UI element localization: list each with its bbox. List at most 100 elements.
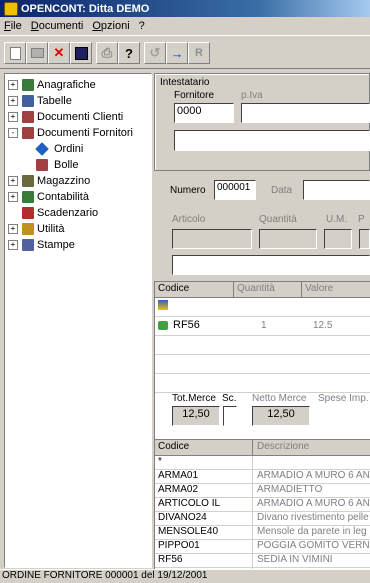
table-row[interactable]: RF56 1 12.5: [155, 317, 370, 336]
data-label: Data: [271, 185, 293, 196]
articles-grid-header: Codice Descrizione: [155, 440, 370, 456]
col-quantita[interactable]: Quantità: [237, 283, 275, 294]
menu-help[interactable]: ?: [139, 20, 145, 32]
print-icon[interactable]: ⎙: [96, 42, 118, 64]
table-row[interactable]: ARMA02 ARMADIETTO: [155, 484, 370, 498]
netto-merce-field: 12,50: [252, 406, 310, 426]
table-row[interactable]: ARTICOLO IL ARMADIO A MURO 6 AN: [155, 498, 370, 512]
refresh-icon[interactable]: ↺: [144, 42, 166, 64]
expand-icon[interactable]: +: [8, 223, 18, 234]
prezzo-input[interactable]: [359, 229, 370, 249]
table-row[interactable]: DIVANO24 Divano rivestimento pelle: [155, 512, 370, 526]
articolo-input[interactable]: [172, 229, 252, 249]
documents-icon: [22, 126, 34, 139]
tree-item-magazzino[interactable]: + Magazzino: [8, 173, 90, 188]
table-row[interactable]: [155, 374, 370, 393]
sconto-input[interactable]: [223, 406, 237, 426]
tree-item-anagrafiche[interactable]: + Anagrafiche: [8, 77, 96, 92]
data-input[interactable]: [303, 180, 370, 200]
col-valore[interactable]: Valore: [305, 283, 333, 294]
piva-label: p.Iva: [241, 90, 263, 101]
new-icon[interactable]: [4, 42, 26, 64]
table-row[interactable]: *: [155, 456, 370, 470]
tot-merce-field: 12,50: [172, 406, 220, 426]
order-form: Intestatario Fornitore p.Iva 0000 Numero…: [154, 73, 370, 570]
col-codice[interactable]: Codice: [158, 283, 189, 294]
accounting-icon: [22, 190, 34, 203]
status-bar: ORDINE FORNITORE 000001 del 19/12/2001: [0, 569, 370, 583]
navigation-tree[interactable]: + Anagrafiche + Tabelle + Documenti Clie…: [4, 73, 152, 568]
documents-icon: [22, 110, 34, 123]
toolbar: ✕ ⎙ ? ↺ → R: [0, 35, 370, 69]
collapse-icon[interactable]: -: [8, 127, 18, 138]
order-grid-header: Codice Quantità Valore: [155, 282, 370, 298]
col-codice[interactable]: Codice: [158, 441, 189, 452]
menu-file[interactable]: File: [4, 20, 22, 32]
col-descrizione[interactable]: Descrizione: [257, 441, 309, 452]
expand-icon[interactable]: +: [8, 111, 18, 122]
diamond-icon: [35, 141, 49, 156]
cell-valore: 12.5: [313, 320, 333, 331]
window-title: OPENCONT: Ditta DEMO: [21, 2, 150, 15]
table-row[interactable]: ARMA01 ARMADIO A MURO 6 AN: [155, 470, 370, 484]
bolle-icon: [36, 158, 48, 171]
table-icon: [22, 94, 34, 107]
numero-input[interactable]: 000001: [214, 180, 256, 200]
help-icon[interactable]: ?: [118, 42, 140, 64]
app-icon: [4, 1, 18, 16]
um-input[interactable]: [324, 229, 352, 249]
quantita-input[interactable]: [259, 229, 317, 249]
fornitore-name-input[interactable]: [174, 130, 370, 151]
table-row[interactable]: [155, 355, 370, 374]
folder-icon: [22, 78, 34, 91]
record-icon: [158, 321, 168, 330]
tree-item-documenti-fornitori[interactable]: - Documenti Fornitori: [8, 125, 133, 140]
report-icon[interactable]: R: [188, 42, 210, 64]
table-row[interactable]: [155, 298, 370, 317]
descrizione-input[interactable]: [172, 255, 370, 275]
intestatario-label: Intestatario: [160, 77, 210, 88]
tree-item-contabilita[interactable]: + Contabilità: [8, 189, 89, 204]
tot-merce-label: Tot.Merce: [172, 393, 216, 404]
fornitore-label: Fornitore: [174, 90, 215, 101]
menu-documenti[interactable]: Documenti: [31, 20, 84, 32]
quantita-label: Quantità: [259, 214, 297, 225]
title-bar: OPENCONT: Ditta DEMO: [0, 0, 370, 17]
expand-icon[interactable]: +: [8, 239, 18, 250]
table-row[interactable]: [155, 336, 370, 355]
tree-item-bolle[interactable]: Bolle: [36, 157, 78, 172]
articles-grid[interactable]: Codice Descrizione * ARMA01 ARMADIO A MUR…: [154, 439, 370, 570]
netto-merce-label: Netto Merce: [252, 393, 307, 404]
expand-icon[interactable]: +: [8, 95, 18, 106]
sc-label: Sc.: [222, 393, 237, 404]
tree-item-utilita[interactable]: + Utilità: [8, 221, 65, 236]
um-label: U.M.: [326, 214, 348, 225]
tree-item-documenti-clienti[interactable]: + Documenti Clienti: [8, 109, 123, 124]
delete-icon[interactable]: ✕: [48, 42, 70, 64]
fornitore-input[interactable]: 0000: [174, 103, 234, 123]
table-row[interactable]: MENSOLE40 Mensole da parete in leg: [155, 526, 370, 540]
save-icon[interactable]: [70, 42, 92, 64]
cell-quantita: 1: [261, 320, 267, 331]
calendar-icon: [22, 206, 34, 219]
piva-input[interactable]: [241, 103, 370, 123]
expand-icon[interactable]: +: [8, 79, 18, 90]
expand-icon[interactable]: +: [8, 191, 18, 202]
table-row[interactable]: RF56 SEDIA IN VIMINI: [155, 554, 370, 568]
p-label: P: [358, 214, 365, 225]
order-lines-grid[interactable]: Codice Quantità Valore RF56 1 12.5: [154, 281, 370, 459]
tree-item-scadenzario[interactable]: Scadenzario: [22, 205, 98, 220]
open-icon[interactable]: [26, 42, 48, 64]
table-row[interactable]: PIPPO01 POGGIA GOMITO VERNI: [155, 540, 370, 554]
warehouse-icon: [22, 174, 34, 187]
menu-opzioni[interactable]: Opzioni: [92, 20, 129, 32]
status-text: ORDINE FORNITORE 000001 del 19/12/2001: [2, 570, 208, 581]
tree-item-tabelle[interactable]: + Tabelle: [8, 93, 72, 108]
cell-codice: RF56: [173, 319, 200, 331]
tree-item-stampe[interactable]: + Stampe: [8, 237, 75, 252]
expand-icon[interactable]: +: [8, 175, 18, 186]
tree-item-ordini[interactable]: Ordini: [35, 141, 83, 156]
menu-bar: File Documenti Opzioni ?: [0, 17, 370, 35]
arrow-right-icon[interactable]: →: [166, 42, 188, 64]
printer-icon: [22, 238, 34, 251]
